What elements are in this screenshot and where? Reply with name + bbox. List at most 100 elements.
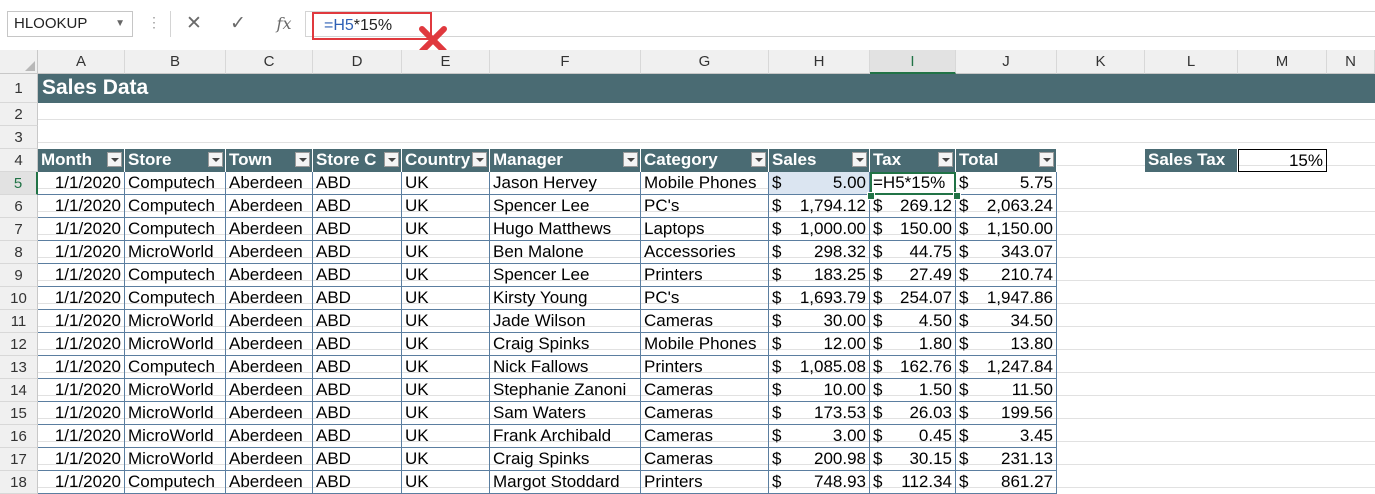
filter-dropdown-icon[interactable] <box>623 152 638 167</box>
cell-h17[interactable]: $200.98 <box>769 448 870 471</box>
fill-handle[interactable] <box>867 192 875 200</box>
row-header-10[interactable]: 10 <box>0 287 38 310</box>
cell-i11[interactable]: $4.50 <box>870 310 956 333</box>
cell-c6[interactable]: Aberdeen <box>226 195 313 218</box>
cell-f17[interactable]: Craig Spinks <box>490 448 641 471</box>
column-header-j[interactable]: J <box>956 50 1057 74</box>
row-header-12[interactable]: 12 <box>0 333 38 356</box>
cell-g11[interactable]: Cameras <box>641 310 769 333</box>
column-header-f[interactable]: F <box>490 50 641 74</box>
cell-j15[interactable]: $199.56 <box>956 402 1057 425</box>
cell-d6[interactable]: ABD <box>313 195 402 218</box>
cell-b6[interactable]: Computech <box>125 195 226 218</box>
cell-h9[interactable]: $183.25 <box>769 264 870 287</box>
cell-h12[interactable]: $12.00 <box>769 333 870 356</box>
cell-d13[interactable]: ABD <box>313 356 402 379</box>
cell-j11[interactable]: $34.50 <box>956 310 1057 333</box>
cell-f12[interactable]: Craig Spinks <box>490 333 641 356</box>
cell-b9[interactable]: Computech <box>125 264 226 287</box>
cell-b13[interactable]: Computech <box>125 356 226 379</box>
filter-dropdown-icon[interactable] <box>852 152 867 167</box>
cell-j12[interactable]: $13.80 <box>956 333 1057 356</box>
cell-a13[interactable]: 1/1/2020 <box>38 356 125 379</box>
cell-a9[interactable]: 1/1/2020 <box>38 264 125 287</box>
cell-f6[interactable]: Spencer Lee <box>490 195 641 218</box>
cell-c18[interactable]: Aberdeen <box>226 471 313 494</box>
cell-g13[interactable]: Printers <box>641 356 769 379</box>
cell-c8[interactable]: Aberdeen <box>226 241 313 264</box>
cell-i14[interactable]: $1.50 <box>870 379 956 402</box>
cell-g18[interactable]: Printers <box>641 471 769 494</box>
cell-f8[interactable]: Ben Malone <box>490 241 641 264</box>
table-header-country[interactable]: Country <box>402 149 490 172</box>
filter-dropdown-icon[interactable] <box>295 152 310 167</box>
cell-f15[interactable]: Sam Waters <box>490 402 641 425</box>
cell-a15[interactable]: 1/1/2020 <box>38 402 125 425</box>
row-header-2[interactable]: 2 <box>0 103 38 126</box>
cell-j10[interactable]: $1,947.86 <box>956 287 1057 310</box>
cell-j6[interactable]: $2,063.24 <box>956 195 1057 218</box>
column-header-h[interactable]: H <box>769 50 870 74</box>
column-header-m[interactable]: M <box>1238 50 1327 74</box>
cell-a10[interactable]: 1/1/2020 <box>38 287 125 310</box>
cell-c5[interactable]: Aberdeen <box>226 172 313 195</box>
more-options-icon[interactable]: ⋮ <box>147 14 161 31</box>
cell-e7[interactable]: UK <box>402 218 490 241</box>
filter-dropdown-icon[interactable] <box>472 152 487 167</box>
cell-c12[interactable]: Aberdeen <box>226 333 313 356</box>
cell-f10[interactable]: Kirsty Young <box>490 287 641 310</box>
row-header-18[interactable]: 18 <box>0 471 38 494</box>
cell-d12[interactable]: ABD <box>313 333 402 356</box>
cell-h16[interactable]: $3.00 <box>769 425 870 448</box>
cell-j13[interactable]: $1,247.84 <box>956 356 1057 379</box>
cell-d10[interactable]: ABD <box>313 287 402 310</box>
formula-highlight[interactable]: =H5*15% <box>312 12 432 40</box>
filter-dropdown-icon[interactable] <box>107 152 122 167</box>
cell-e9[interactable]: UK <box>402 264 490 287</box>
row-header-8[interactable]: 8 <box>0 241 38 264</box>
name-box[interactable]: HLOOKUP ▼ <box>7 11 133 37</box>
cell-f9[interactable]: Spencer Lee <box>490 264 641 287</box>
cell-c16[interactable]: Aberdeen <box>226 425 313 448</box>
cell-g14[interactable]: Cameras <box>641 379 769 402</box>
cell-j17[interactable]: $231.13 <box>956 448 1057 471</box>
chevron-down-icon[interactable]: ▼ <box>115 12 125 36</box>
column-header-e[interactable]: E <box>402 50 490 74</box>
cell-g17[interactable]: Cameras <box>641 448 769 471</box>
cell-d8[interactable]: ABD <box>313 241 402 264</box>
row-header-1[interactable]: 1 <box>0 74 38 103</box>
cell-j14[interactable]: $11.50 <box>956 379 1057 402</box>
cell-j5[interactable]: $5.75 <box>956 172 1057 195</box>
cell-h14[interactable]: $10.00 <box>769 379 870 402</box>
cell-e10[interactable]: UK <box>402 287 490 310</box>
cell-i9[interactable]: $27.49 <box>870 264 956 287</box>
cell-h11[interactable]: $30.00 <box>769 310 870 333</box>
row-header-6[interactable]: 6 <box>0 195 38 218</box>
cell-h10[interactable]: $1,693.79 <box>769 287 870 310</box>
cell-i10[interactable]: $254.07 <box>870 287 956 310</box>
row-header-17[interactable]: 17 <box>0 448 38 471</box>
row-header-16[interactable]: 16 <box>0 425 38 448</box>
table-header-town[interactable]: Town <box>226 149 313 172</box>
filter-dropdown-icon[interactable] <box>208 152 223 167</box>
cell-a11[interactable]: 1/1/2020 <box>38 310 125 333</box>
column-header-c[interactable]: C <box>226 50 313 74</box>
insert-function-icon[interactable]: fx <box>269 11 299 37</box>
row-header-4[interactable]: 4 <box>0 149 38 172</box>
cell-b15[interactable]: MicroWorld <box>125 402 226 425</box>
cell-e13[interactable]: UK <box>402 356 490 379</box>
row-header-5[interactable]: 5 <box>0 172 38 195</box>
cell-a18[interactable]: 1/1/2020 <box>38 471 125 494</box>
cell-d14[interactable]: ABD <box>313 379 402 402</box>
cell-f13[interactable]: Nick Fallows <box>490 356 641 379</box>
cell-g6[interactable]: PC's <box>641 195 769 218</box>
cell-h15[interactable]: $173.53 <box>769 402 870 425</box>
cell-d16[interactable]: ABD <box>313 425 402 448</box>
column-header-k[interactable]: K <box>1057 50 1145 74</box>
table-header-total[interactable]: Total <box>956 149 1057 172</box>
cell-e18[interactable]: UK <box>402 471 490 494</box>
fill-handle[interactable] <box>953 192 961 200</box>
cell-e5[interactable]: UK <box>402 172 490 195</box>
cell-g15[interactable]: Cameras <box>641 402 769 425</box>
cell-d18[interactable]: ABD <box>313 471 402 494</box>
